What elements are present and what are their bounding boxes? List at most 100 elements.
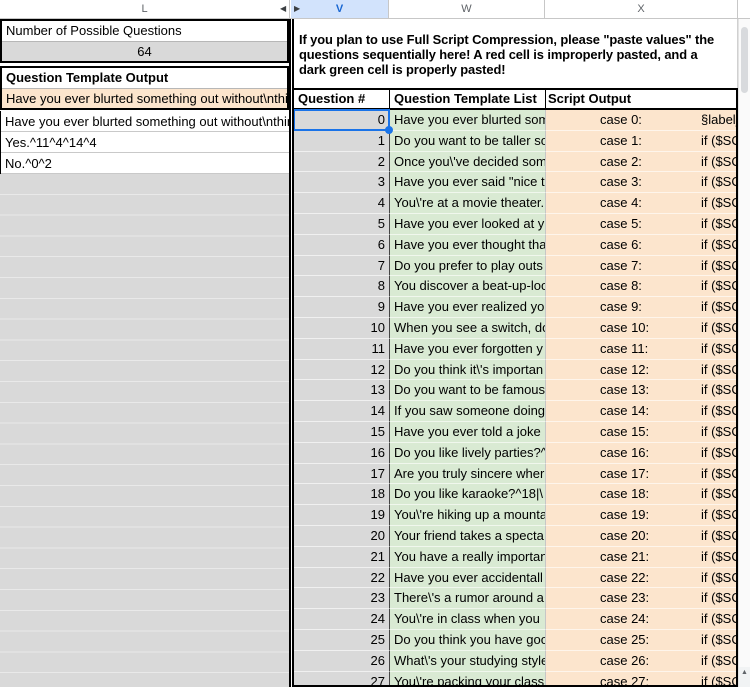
cell-question-number[interactable]: 5 [294, 214, 390, 235]
cell-question-number[interactable]: 17 [294, 464, 390, 485]
cell-script-output[interactable]: case 20:if ($SCE [546, 526, 736, 547]
cell-script-output[interactable]: case 8:if ($SCE [546, 276, 736, 297]
cell-question-template[interactable]: Do you prefer to play outs [390, 256, 546, 277]
cell-question-template[interactable]: Have you ever blurted som [390, 110, 546, 131]
cell-script-output[interactable]: case 5:if ($SCE [546, 214, 736, 235]
cell-question-number[interactable]: 7 [294, 256, 390, 277]
cell-question-template[interactable]: Have you ever said "nice t [390, 172, 546, 193]
cell-script-output[interactable]: case 6:if ($SCE [546, 235, 736, 256]
cell-possible-questions-label[interactable]: Number of Possible Questions [2, 21, 287, 41]
cell-script-output[interactable]: case 12:if ($SCE [546, 360, 736, 381]
cell-script-output[interactable]: case 7:if ($SCE [546, 256, 736, 277]
cell-question-template[interactable]: Do you think you have goo [390, 630, 546, 651]
cell-question-template[interactable]: Do you want to be taller so [390, 131, 546, 152]
header-question-template-list[interactable]: Question Template List [390, 90, 546, 108]
cell-script-output[interactable]: case 25:if ($SCE [546, 630, 736, 651]
cell-script-output[interactable]: case 27:if ($SCE [546, 672, 736, 687]
cell-script-output[interactable]: case 21:if ($SCE [546, 547, 736, 568]
cell-question-template[interactable]: Once you\'ve decided som [390, 152, 546, 173]
cell-script-output[interactable]: case 11:if ($SCE [546, 339, 736, 360]
cell-question-template[interactable]: Have you ever looked at y [390, 214, 546, 235]
cell-script-output[interactable]: case 22:if ($SCE [546, 568, 736, 589]
cell-question-number[interactable]: 1 [294, 131, 390, 152]
column-header-w[interactable]: W [389, 0, 545, 18]
cell-script-output[interactable]: case 9:if ($SCE [546, 297, 736, 318]
cell-question-template[interactable]: Do you think it\'s importan [390, 360, 546, 381]
cell-possible-questions-value[interactable]: 64 [2, 41, 287, 61]
cell-question-number[interactable]: 21 [294, 547, 390, 568]
header-script-output[interactable]: Script Output [546, 90, 736, 108]
column-header-x[interactable]: X [545, 0, 738, 18]
cell-question-template[interactable]: There\'s a rumor around a [390, 588, 546, 609]
cell-question-template[interactable]: You\'re hiking up a mounta [390, 505, 546, 526]
cell-script-output[interactable]: case 15:if ($SCE [546, 422, 736, 443]
cell-question-template[interactable]: Have you ever thought tha [390, 235, 546, 256]
column-header-v-selected[interactable]: V [291, 0, 389, 18]
cell-question-number[interactable]: 3 [294, 172, 390, 193]
cell-question-template[interactable]: Have you ever forgotten y [390, 339, 546, 360]
cell-script-output[interactable]: case 24:if ($SCE [546, 609, 736, 630]
cell-template-row[interactable]: No.^0^2 [1, 153, 289, 174]
cell-script-output[interactable]: case 2:if ($SCE [546, 152, 736, 173]
cell-question-number[interactable]: 0 [294, 110, 390, 131]
cell-question-number[interactable]: 11 [294, 339, 390, 360]
cell-script-output[interactable]: case 16:if ($SCE [546, 443, 736, 464]
cell-question-template[interactable]: What\'s your studying style [390, 651, 546, 672]
cell-script-output[interactable]: case 0:§label_T [546, 110, 736, 131]
scrollbar-corner[interactable]: ▲ [739, 667, 750, 687]
cell-question-number[interactable]: 8 [294, 276, 390, 297]
cell-template-row[interactable]: Yes.^11^4^14^4 [1, 132, 289, 153]
cell-script-output[interactable]: case 10:if ($SCE [546, 318, 736, 339]
paste-instructions[interactable]: If you plan to use Full Script Compressi… [292, 19, 738, 88]
vertical-scrollbar[interactable]: ▲ [738, 19, 750, 687]
cell-question-number[interactable]: 27 [294, 672, 390, 687]
hidden-columns-right-icon[interactable]: ▶ [294, 4, 300, 14]
cell-question-template[interactable]: Do you like lively parties?^ [390, 443, 546, 464]
cell-question-template[interactable]: Do you like karaoke?^18|\ [390, 484, 546, 505]
cell-question-number[interactable]: 9 [294, 297, 390, 318]
cell-question-template[interactable]: You\'re packing your class [390, 672, 546, 687]
cell-question-number[interactable]: 26 [294, 651, 390, 672]
cell-template-row[interactable]: Have you ever blurted something out with… [1, 111, 289, 132]
cell-script-output[interactable]: case 14:if ($SCE [546, 401, 736, 422]
cell-question-template[interactable]: You\'re at a movie theater. [390, 193, 546, 214]
cell-question-template[interactable]: Are you truly sincere wher [390, 464, 546, 485]
cell-question-number[interactable]: 23 [294, 588, 390, 609]
cell-question-number[interactable]: 10 [294, 318, 390, 339]
cell-question-template[interactable]: You discover a beat-up-loo [390, 276, 546, 297]
cell-question-template[interactable]: Have you ever realized yo [390, 297, 546, 318]
cell-question-template[interactable]: If you saw someone doing [390, 401, 546, 422]
cell-question-number[interactable]: 13 [294, 380, 390, 401]
cell-question-template[interactable]: Do you want to be famous [390, 380, 546, 401]
scrollbar-thumb[interactable] [741, 27, 748, 93]
cell-question-template[interactable]: Your friend takes a specta [390, 526, 546, 547]
cell-script-output[interactable]: case 23:if ($SCE [546, 588, 736, 609]
cell-question-number[interactable]: 25 [294, 630, 390, 651]
cell-question-number[interactable]: 15 [294, 422, 390, 443]
hidden-columns-left-icon[interactable]: ◀ [280, 4, 286, 14]
header-question-number[interactable]: Question # [294, 90, 390, 108]
cell-question-number[interactable]: 24 [294, 609, 390, 630]
cell-question-number[interactable]: 16 [294, 443, 390, 464]
cell-script-output[interactable]: case 19:if ($SCE [546, 505, 736, 526]
cell-question-number[interactable]: 2 [294, 152, 390, 173]
cell-template-output-label[interactable]: Question Template Output [2, 68, 287, 88]
cell-script-output[interactable]: case 13:if ($SCE [546, 380, 736, 401]
cell-question-template[interactable]: You\'re in class when you [390, 609, 546, 630]
column-header-l[interactable]: L [0, 0, 290, 18]
cell-template-output-value[interactable]: Have you ever blurted something out with… [2, 88, 287, 108]
cell-question-template[interactable]: When you see a switch, do [390, 318, 546, 339]
cell-question-number[interactable]: 14 [294, 401, 390, 422]
cell-question-number[interactable]: 18 [294, 484, 390, 505]
cell-question-number[interactable]: 12 [294, 360, 390, 381]
cell-question-template[interactable]: Have you ever told a joke [390, 422, 546, 443]
cell-question-number[interactable]: 4 [294, 193, 390, 214]
cell-script-output[interactable]: case 4:if ($SCE [546, 193, 736, 214]
cell-script-output[interactable]: case 26:if ($SCE [546, 651, 736, 672]
cell-script-output[interactable]: case 3:if ($SCE [546, 172, 736, 193]
cell-question-number[interactable]: 6 [294, 235, 390, 256]
cell-question-number[interactable]: 19 [294, 505, 390, 526]
cell-question-number[interactable]: 20 [294, 526, 390, 547]
cell-script-output[interactable]: case 17:if ($SCE [546, 464, 736, 485]
cell-script-output[interactable]: case 1:if ($SCE [546, 131, 736, 152]
